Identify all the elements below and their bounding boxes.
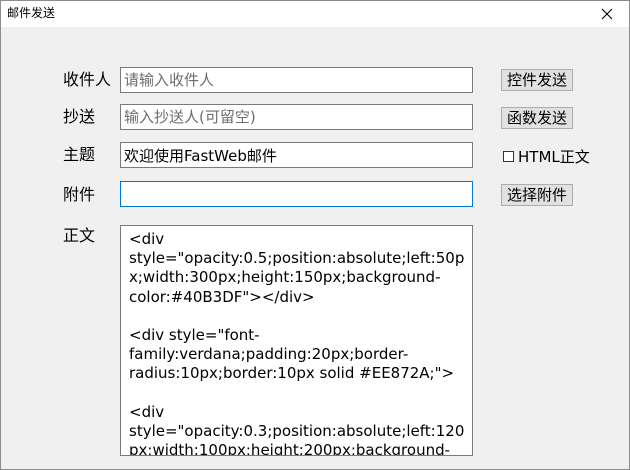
attachment-input[interactable] bbox=[120, 181, 473, 207]
window-title: 邮件发送 bbox=[7, 6, 56, 20]
body-textarea[interactable] bbox=[120, 225, 473, 456]
mail-send-window: 邮件发送 收件人 控件发送 抄送 函数发送 主题 HTML正文 附件 选择附件 … bbox=[0, 0, 630, 470]
function-send-button[interactable]: 函数发送 bbox=[501, 107, 573, 129]
attachment-label: 附件 bbox=[63, 185, 96, 204]
checkbox-box[interactable] bbox=[503, 150, 514, 162]
html-body-checkbox[interactable]: HTML正文 bbox=[503, 146, 590, 166]
control-send-button[interactable]: 控件发送 bbox=[501, 69, 573, 91]
body-label: 正文 bbox=[63, 226, 96, 245]
subject-label: 主题 bbox=[63, 145, 96, 164]
html-body-label: HTML正文 bbox=[518, 147, 590, 166]
recipient-input[interactable] bbox=[120, 67, 473, 93]
close-icon bbox=[601, 8, 613, 20]
cc-label: 抄送 bbox=[63, 107, 96, 126]
title-bar: 邮件发送 bbox=[1, 1, 629, 27]
select-attachment-button[interactable]: 选择附件 bbox=[501, 184, 573, 206]
cc-input[interactable] bbox=[120, 104, 473, 130]
recipient-label: 收件人 bbox=[63, 70, 112, 89]
close-button[interactable] bbox=[585, 1, 629, 27]
subject-input[interactable] bbox=[120, 142, 473, 168]
